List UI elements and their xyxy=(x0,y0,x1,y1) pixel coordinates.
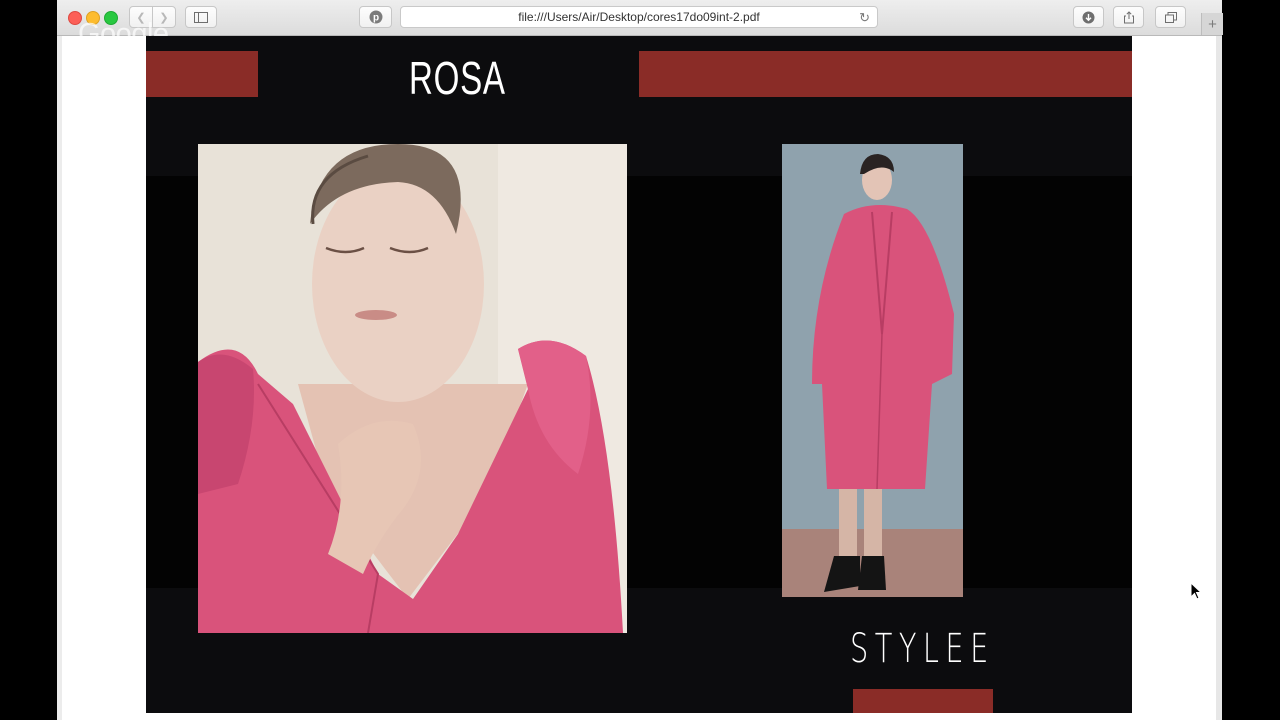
red-bar-left xyxy=(146,51,258,97)
mouse-cursor-icon xyxy=(1190,582,1202,600)
sidebar-icon xyxy=(194,11,208,23)
scrollbar[interactable] xyxy=(1216,36,1222,720)
red-bar-right xyxy=(639,51,1132,97)
pinterest-icon: p xyxy=(369,10,382,24)
red-bar-bottom xyxy=(853,689,993,713)
share-icon xyxy=(1123,10,1134,23)
model-coat-photo xyxy=(782,144,963,597)
svg-text:p: p xyxy=(372,13,378,24)
show-tabs-button[interactable] xyxy=(1155,6,1186,28)
page-title: ROSA xyxy=(409,52,506,104)
tabs-icon xyxy=(1164,11,1177,23)
pinterest-button[interactable]: p xyxy=(359,6,392,28)
pdf-page: ROSA STYLEE xyxy=(146,36,1132,713)
plus-icon: + xyxy=(1208,15,1217,33)
page-subtitle: STYLEE xyxy=(850,626,995,672)
downloads-button[interactable] xyxy=(1073,6,1104,28)
address-bar[interactable]: file:///Users/Air/Desktop/cores17do09int… xyxy=(400,6,878,28)
new-tab-button[interactable]: + xyxy=(1201,13,1223,35)
reload-icon[interactable]: ↻ xyxy=(859,10,870,26)
browser-toolbar: ❮ ❯ p file:///Users/Air/Desktop/cores17d… xyxy=(57,0,1223,36)
model-portrait-photo xyxy=(198,144,627,633)
sidebar-toggle-button[interactable] xyxy=(185,6,217,28)
download-icon xyxy=(1082,11,1095,23)
address-url: file:///Users/Air/Desktop/cores17do09int… xyxy=(518,10,760,24)
share-button[interactable] xyxy=(1113,6,1144,28)
